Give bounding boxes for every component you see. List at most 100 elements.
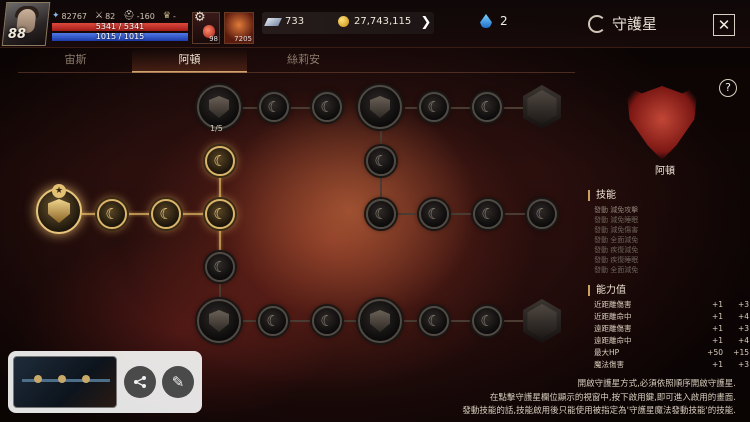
crescent-icon: ☾: [320, 97, 334, 116]
skills-title: 技能: [588, 190, 616, 201]
star-node[interactable]: ☾: [472, 92, 502, 122]
trophy-stat: ♛ -: [163, 11, 176, 21]
shield-icon: [370, 310, 390, 332]
star-node[interactable]: ☾: [419, 199, 449, 229]
shield-icon: [209, 96, 229, 118]
star-node[interactable]: ☾: [366, 199, 396, 229]
ability-value-current: +1: [711, 360, 723, 369]
skill-item: 發動 減免睡眠: [594, 216, 639, 224]
edit-button[interactable]: ✎: [162, 366, 194, 398]
share-icon: [134, 376, 146, 388]
crescent-icon: ☾: [266, 311, 280, 330]
crescent-icon: ☾: [105, 204, 119, 223]
ability-value-total: +4: [737, 312, 749, 321]
star-node[interactable]: ☾: [527, 199, 557, 229]
star-node[interactable]: ☾: [312, 92, 342, 122]
screenshot-thumbnail[interactable]: [13, 356, 117, 408]
star-node-lit[interactable]: ☾: [151, 199, 181, 229]
gem-counter: 2: [480, 14, 508, 28]
thumbnail-dot: [58, 375, 66, 383]
attack-stat: ⚔ 82: [95, 11, 115, 21]
help-icon[interactable]: ?: [719, 79, 737, 97]
ability-value-total: +3: [737, 300, 749, 309]
crescent-icon: ☾: [427, 204, 441, 223]
star-node-lit[interactable]: ☾: [205, 199, 235, 229]
crescent-icon: ☾: [267, 97, 281, 116]
instruction-line: 在點擊守護星欄位顯示的視窗中,按下啟用鍵,即可進入啟用的畫面.: [489, 392, 736, 403]
crescent-icon: ☾: [320, 311, 334, 330]
hex-node[interactable]: [523, 85, 561, 129]
ability-value-current: +1: [711, 312, 723, 321]
power-stat: ✦ 82767: [52, 11, 87, 21]
close-button[interactable]: ✕: [713, 14, 735, 36]
star-node-lit[interactable]: ☾: [97, 199, 127, 229]
crest-node[interactable]: [358, 85, 402, 129]
star-node[interactable]: ☾: [472, 306, 502, 336]
ability-value-current: +50: [707, 348, 723, 357]
star-node[interactable]: ☾: [366, 146, 396, 176]
crest-node[interactable]: [197, 85, 241, 129]
hp-text: 5341 / 5341: [95, 22, 145, 31]
potion-slot[interactable]: ⚙ 98: [192, 10, 220, 44]
link: [380, 213, 545, 215]
tab-aton[interactable]: 阿頓: [132, 49, 247, 73]
star-node[interactable]: ☾: [419, 306, 449, 336]
potion-count: 98: [209, 35, 218, 43]
instruction-line: 發動技能的話,技能啟用後只能使用被指定為'守護星魔法發動技能'的技能.: [462, 406, 736, 416]
page-title-text: 守護星: [612, 15, 658, 33]
helmet-icon: ⛑: [123, 11, 135, 21]
ability-row: 遠距離命中 +1 +4: [594, 335, 749, 347]
gem-amount: 2: [500, 14, 508, 28]
skill-item: 發動 疾復減免: [594, 246, 639, 254]
node-progress: 1/5: [210, 124, 223, 133]
crescent-icon: ☾: [213, 151, 227, 170]
page-title: 守護星: [588, 13, 657, 34]
thumbnail-dot: [82, 375, 90, 383]
star-node[interactable]: ☾: [258, 306, 288, 336]
ability-list: 近距離傷害 +1 +3 近距離命中 +1 +4 遠距離傷害 +1 +3 遠距離命…: [594, 299, 749, 371]
trophy-value: -: [172, 11, 176, 21]
power-value: 82767: [61, 11, 87, 21]
mp-bar: 1015 / 1015: [52, 32, 188, 41]
crescent-icon: ☾: [427, 97, 441, 116]
share-button[interactable]: [124, 366, 156, 398]
crescent-icon: ☾: [480, 311, 494, 330]
ability-row: 近距離命中 +1 +4: [594, 311, 749, 323]
gear-icon[interactable]: ⚙: [194, 10, 206, 25]
attack-value: 82: [105, 11, 116, 21]
crescent-icon: ☾: [213, 204, 227, 223]
gold-currency: 27,743,115: [338, 16, 411, 27]
star-node[interactable]: ☾: [419, 92, 449, 122]
defense-value: -160: [136, 11, 155, 21]
currency-panel: 733 27,743,115: [262, 12, 434, 34]
ability-name: 最大HP: [594, 348, 620, 357]
mp-text: 1015 / 1015: [95, 32, 145, 41]
crest-node[interactable]: [358, 299, 402, 343]
ability-row: 近距離傷害 +1 +3: [594, 299, 749, 311]
star-node[interactable]: ☾: [312, 306, 342, 336]
tab-zeus[interactable]: 宙斯: [18, 49, 133, 73]
star-node[interactable]: ☾: [473, 199, 503, 229]
star-node-lit[interactable]: ☾: [205, 146, 235, 176]
ability-name: 近距離命中: [594, 312, 632, 321]
pencil-icon: ✎: [171, 373, 185, 391]
tab-sirian[interactable]: 絲莉安: [246, 49, 361, 73]
crest-node[interactable]: [197, 299, 241, 343]
crescent-icon: ☾: [213, 257, 227, 276]
constellation-name: 阿頓: [655, 166, 675, 177]
currency-expand-button[interactable]: ❯: [416, 12, 436, 34]
screenshot-capture-overlay: ✎: [8, 351, 202, 413]
item-slot[interactable]: 7205: [224, 12, 254, 44]
gold-amount: 27,743,115: [354, 16, 412, 27]
player-level: 88: [8, 27, 27, 42]
ability-name: 近距離傷害: [594, 300, 632, 309]
hex-node[interactable]: [523, 299, 561, 343]
sword-icon: ⚔: [95, 11, 104, 21]
constellation-emblem: [626, 86, 698, 160]
crescent-icon: ☾: [535, 204, 549, 223]
instruction-text: 開啟守護星方式,必須依照順序開啟守護星. 在點擊守護星欄位顯示的視窗中,按下啟用…: [316, 378, 736, 419]
star-node[interactable]: ☾: [259, 92, 289, 122]
star-node[interactable]: ☾: [205, 252, 235, 282]
crystal-amount: 733: [285, 16, 305, 27]
ability-value-total: +15: [733, 348, 749, 357]
